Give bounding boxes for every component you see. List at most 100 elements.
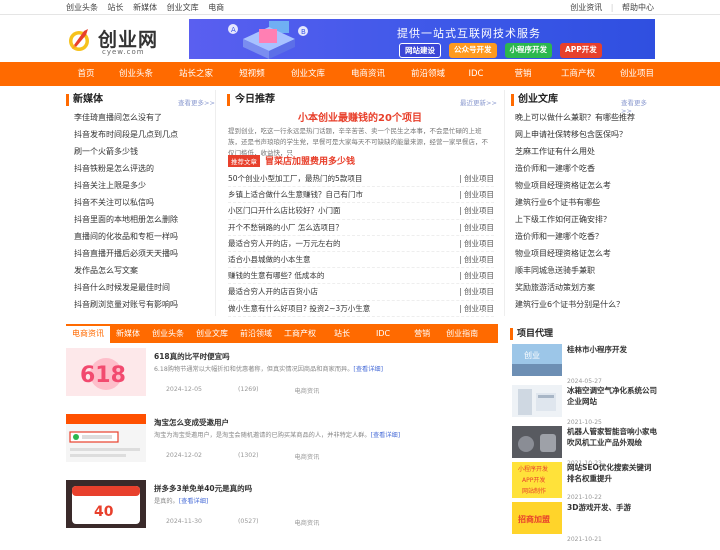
tab-guide[interactable]: 创业指南 — [440, 324, 484, 343]
list-item[interactable]: 抖音铁粉是怎么评选的 — [74, 160, 215, 177]
list-item[interactable]: 李佳琦直播间怎么没有了 — [74, 109, 215, 126]
agent-item-date: 2024-05-27 — [567, 378, 602, 385]
rec-title[interactable]: 冒菜店加盟费用多少钱 — [265, 154, 355, 167]
list-item[interactable]: 抖音不关注可以私信吗 — [74, 194, 215, 211]
list-item[interactable]: 发作品怎么写文案 — [74, 262, 215, 279]
agent-item[interactable]: 招商加盟 3D游戏开发、手游 2021-10-21 — [512, 502, 656, 550]
tab-ip[interactable]: 工商产权 — [278, 324, 322, 343]
news-desc: 6.18购物节通常以大幅折扣和优惠著称，但真实情况因商品和商家而异。[查看详细] — [154, 366, 383, 373]
logo-domain: cyew.com — [102, 48, 145, 56]
svg-text:618: 618 — [80, 363, 126, 388]
list-item[interactable]: 刷一个火箭多少钱 — [74, 143, 215, 160]
news-detail-link[interactable]: [查看详细] — [371, 432, 401, 439]
nav-projects[interactable]: 创业项目 — [604, 62, 670, 86]
agent-item-title[interactable]: 3D游戏开发、手游 — [567, 502, 657, 513]
agent-title: 项目代理 — [510, 328, 656, 340]
tab-webmaster[interactable]: 站长 — [322, 324, 362, 343]
news-detail-link[interactable]: [查看详细] — [179, 498, 209, 505]
top-links-left: 创业头条 站长 新媒体 创业文库 电商 — [66, 2, 231, 13]
top-link[interactable]: 站长 — [108, 3, 124, 12]
agent-item-title[interactable]: 桂林市小程序开发 — [567, 344, 657, 355]
list-item[interactable]: 造价师和一建哪个吃香 — [515, 160, 656, 177]
site-logo[interactable]: 创业网 cyew.com — [68, 23, 158, 59]
list-item[interactable]: 抖音什么时候发是最佳时间 — [74, 279, 215, 296]
top-link[interactable]: 电商 — [208, 3, 224, 12]
agent-item-title[interactable]: 机器人管家智能音响小家电吹风机工业产品外观绘 — [567, 426, 657, 448]
list-item[interactable]: 抖音关注上限是多少 — [74, 177, 215, 194]
top-link[interactable]: 新媒体 — [133, 3, 157, 12]
news-item[interactable]: 618 618真的比平时便宜吗 6.18购物节通常以大幅折扣和优惠著称，但真实情… — [66, 348, 498, 410]
list-item[interactable]: 最适合穷人开的店，一万元左右的 | 创业项目 — [228, 236, 494, 252]
nav-library[interactable]: 创业文库 — [278, 62, 338, 86]
list-item[interactable]: 物业项目经理资格证怎么考 — [515, 177, 656, 194]
today-column: 今日推荐 最近更新>> 小本创业最赚钱的20个项目 提到创业，吃这一行永远是热门… — [222, 90, 498, 317]
news-detail-link[interactable]: [查看详细] — [353, 366, 383, 373]
list-item[interactable]: 做小生意有什么好项目? 投资2~3万小生意 | 创业项目 — [228, 301, 494, 317]
top-link[interactable]: 创业文库 — [167, 3, 199, 12]
nav-frontier[interactable]: 前沿领域 — [398, 62, 458, 86]
list-item[interactable]: 造价师和一建哪个吃香？ — [515, 228, 656, 245]
tab-idc[interactable]: IDC — [362, 324, 404, 343]
nav-headlines[interactable]: 创业头条 — [106, 62, 166, 86]
nav-ecommerce[interactable]: 电商资讯 — [338, 62, 398, 86]
nav-ip[interactable]: 工商产权 — [552, 62, 604, 86]
nav-home[interactable]: 首页 — [66, 62, 106, 86]
list-item[interactable]: 上下级工作如何正确安排？ — [515, 211, 656, 228]
list-item[interactable]: 开个不愁销路的小厂 怎么选项目？ | 创业项目 — [228, 220, 494, 236]
agent-thumbnail: 创业 — [512, 344, 562, 376]
agent-item-title[interactable]: 网站SEO优化搜索关键词排名权重提升 — [567, 462, 657, 484]
pill-website[interactable]: 网站建设 — [399, 43, 441, 58]
list-item[interactable]: 抖音刷浏览量对账号有影响吗 — [74, 296, 215, 313]
news-title[interactable]: 淘宝怎么变成受邀用户 — [154, 417, 229, 428]
list-item[interactable]: 最适合穷人开的店百货小店 | 创业项目 — [228, 284, 494, 301]
news-desc: 是真的。[查看详细] — [154, 498, 209, 505]
nav-marketing[interactable]: 营销 — [494, 62, 552, 86]
list-item[interactable]: 适合小县城做的小本生意 | 创业项目 — [228, 252, 494, 269]
pill-official-account[interactable]: 公众号开发 — [449, 43, 497, 58]
list-item[interactable]: 奖励旅游活动策划方案 — [515, 279, 656, 296]
news-item[interactable]: 淘宝怎么变成受邀用户 淘宝为淘宝受邀用户，是淘宝会随机邀请的已购买某商品的人，并… — [66, 414, 498, 476]
service-banner[interactable]: A B 提供一站式互联网技术服务 网站建设 公众号开发 小程序开发 APP开发 — [189, 19, 655, 59]
news-item[interactable]: 40 拼多多3单免单40元是真的吗 是真的。[查看详细] 2024-11-30(… — [66, 480, 498, 542]
media-more-link[interactable]: 查看更多>> — [178, 97, 215, 107]
news-title[interactable]: 618真的比平时便宜吗 — [154, 351, 230, 362]
nav-webmaster[interactable]: 站长之家 — [166, 62, 226, 86]
list-item[interactable]: 芝麻工作证有什么用处 — [515, 143, 656, 160]
agent-item-title[interactable]: 冰箱空调空气净化系统公司企业网站 — [567, 385, 657, 407]
library-more-link[interactable]: 查看更多>> — [621, 97, 656, 115]
list-item[interactable]: 直播间的化妆品和专柜一样吗 — [74, 228, 215, 245]
list-item[interactable]: 赚钱的生意有哪些? 低成本的 | 创业项目 — [228, 268, 494, 285]
top-link-help[interactable]: 帮助中心 — [622, 3, 654, 12]
pill-miniprogram[interactable]: 小程序开发 — [504, 43, 552, 58]
top-link[interactable]: 创业头条 — [66, 3, 98, 12]
rocket-logo-icon — [69, 29, 89, 51]
tab-ecommerce[interactable]: 电商资讯 — [66, 324, 110, 343]
tab-marketing[interactable]: 营销 — [404, 324, 440, 343]
list-item[interactable]: 物业项目经理资格证怎么考 — [515, 245, 656, 262]
tab-headlines[interactable]: 创业头条 — [146, 324, 190, 343]
list-item[interactable]: 顺丰同城急送骑手兼职 — [515, 262, 656, 279]
list-item[interactable]: 建筑行业6个证书分别是什么？ — [515, 296, 656, 313]
list-item[interactable]: 50个创业小型加工厂，最热门的5款项目 | 创业项目 — [228, 171, 494, 188]
nav-short-video[interactable]: 短视频 — [226, 62, 278, 86]
tab-frontier[interactable]: 前沿领域 — [234, 324, 278, 343]
list-item[interactable]: 建筑行业6个证书有哪些 — [515, 194, 656, 211]
list-item[interactable]: 抖音里面的本地相册怎么删除 — [74, 211, 215, 228]
tab-library[interactable]: 创业文库 — [190, 324, 234, 343]
news-title[interactable]: 拼多多3单免单40元是真的吗 — [154, 483, 252, 494]
nav-idc[interactable]: IDC — [458, 62, 494, 86]
news-meta: 2024-12-05 (1269) 电商资讯 — [166, 386, 320, 395]
tab-media[interactable]: 新媒体 — [110, 324, 146, 343]
list-item[interactable]: 抖音发布时间段是几点到几点 — [74, 126, 215, 143]
list-item[interactable]: 小区门口开什么店比较好？小门面 | 创业项目 — [228, 203, 494, 220]
list-item[interactable]: 网上申请社保转移包含医保吗？ — [515, 126, 656, 143]
today-more-link[interactable]: 最近更新>> — [460, 97, 497, 107]
top-link-news[interactable]: 创业资讯 — [570, 3, 602, 12]
top-links-right: 创业资讯 | 帮助中心 — [570, 2, 654, 12]
list-item[interactable]: 乡镇上适合做什么生意赚钱？自己有门市 | 创业项目 — [228, 187, 494, 204]
banner-title: 提供一站式互联网技术服务 — [397, 27, 541, 40]
today-headline[interactable]: 小本创业最赚钱的20个项目 — [222, 109, 498, 124]
list-item[interactable]: 抖音直播开播后必须天天播吗 — [74, 245, 215, 262]
pill-app[interactable]: APP开发 — [560, 43, 602, 58]
news-thumbnail-pinduoduo: 40 — [66, 480, 146, 528]
